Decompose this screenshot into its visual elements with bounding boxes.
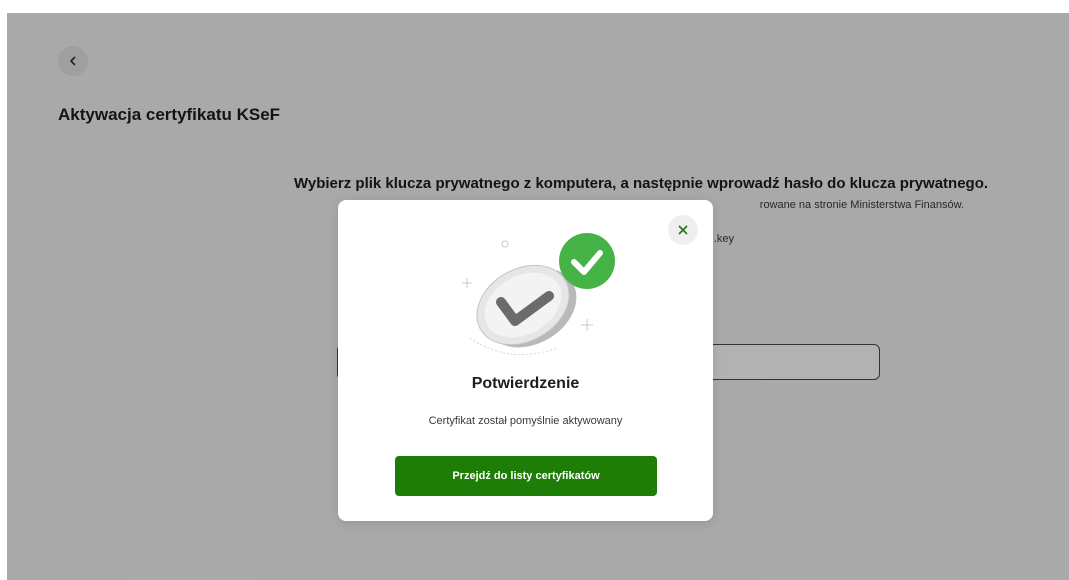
success-check-icon	[462, 233, 615, 356]
go-to-certificates-button[interactable]: Przejdź do listy certyfikatów	[395, 456, 657, 496]
close-button[interactable]	[668, 215, 698, 245]
modal-message: Certyfikat został pomyślnie aktywowany	[428, 415, 623, 427]
close-icon	[678, 225, 688, 235]
modal-title: Potwierdzenie	[471, 375, 580, 392]
confirmation-modal: Potwierdzenie Certyfikat został pomyślni…	[338, 200, 713, 521]
